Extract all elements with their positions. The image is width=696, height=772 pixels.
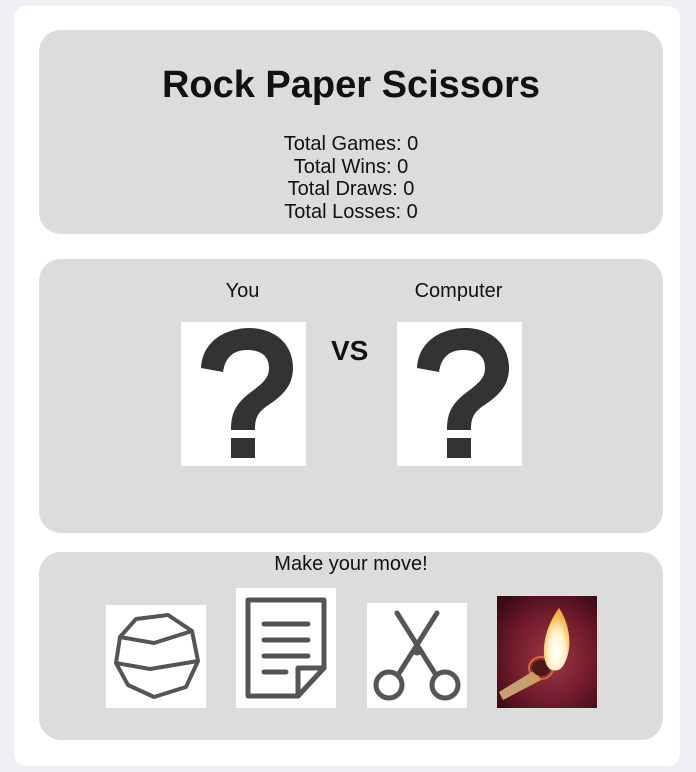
match-button[interactable] xyxy=(497,596,597,708)
stat-total-losses: Total Losses: 0 xyxy=(284,200,418,223)
rock-icon xyxy=(114,613,200,699)
question-mark-icon xyxy=(201,328,293,458)
computer-choice xyxy=(397,322,522,466)
stat-total-games: Total Games: 0 xyxy=(283,133,419,155)
game-card: Rock Paper Scissors Total Games: 0 Total… xyxy=(14,6,680,766)
paper-button[interactable] xyxy=(236,588,336,708)
moves-prompt: Make your move! xyxy=(274,553,428,575)
match-flame-icon xyxy=(497,596,597,708)
scissors-icon xyxy=(373,610,461,701)
arena-panel: You Computer VS xyxy=(39,259,663,533)
question-mark-icon xyxy=(417,328,509,458)
rock-button[interactable] xyxy=(106,605,206,708)
scissors-button[interactable] xyxy=(367,603,467,708)
stat-total-draws: Total Draws: 0 xyxy=(287,178,415,200)
vs-label: VS xyxy=(331,335,369,366)
player-choice xyxy=(181,322,306,466)
computer-label: Computer xyxy=(414,280,503,302)
paper-icon xyxy=(245,597,327,699)
stats-panel: Rock Paper Scissors Total Games: 0 Total… xyxy=(39,30,663,234)
game-title: Rock Paper Scissors xyxy=(161,64,541,106)
stats-list: Total Games: 0 Total Wins: 0 Total Draws… xyxy=(39,133,663,223)
stat-total-wins: Total Wins: 0 xyxy=(293,155,409,178)
moves-panel: Make your move! xyxy=(39,552,663,740)
player-label: You xyxy=(225,280,260,302)
